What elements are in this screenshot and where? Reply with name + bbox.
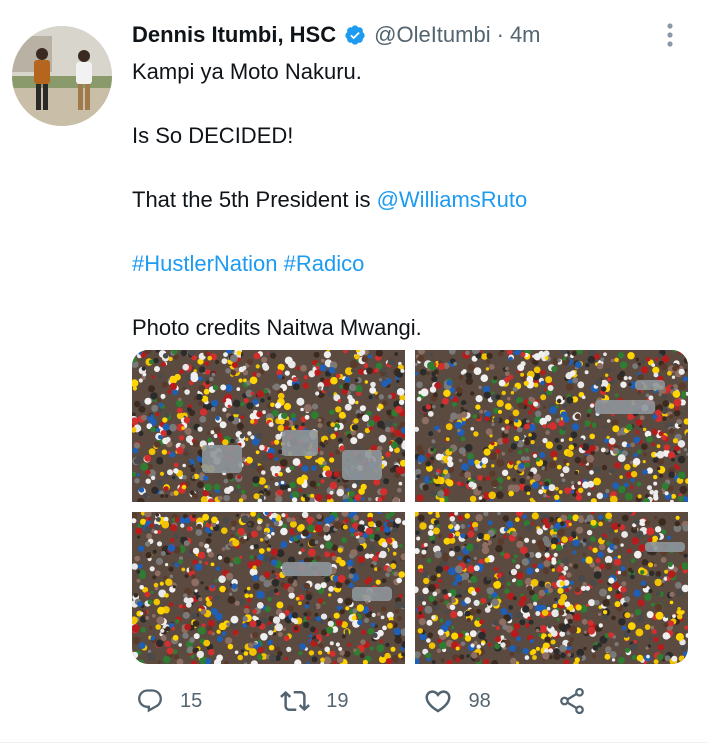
share-button[interactable] — [557, 686, 587, 716]
text-line: Photo credits Naitwa Mwangi. — [132, 315, 422, 340]
more-vertical-icon — [667, 23, 673, 47]
user-handle[interactable]: @OleItumbi — [374, 22, 490, 48]
crowd-photo — [132, 512, 405, 664]
crowd-photo — [415, 350, 688, 502]
mention-link[interactable]: @WilliamsRuto — [377, 187, 528, 212]
tweet-actions: 15 19 98 — [132, 682, 587, 720]
retweet-icon — [280, 690, 311, 712]
hashtags-line: #HustlerNation #Radico — [132, 250, 692, 278]
reply-icon — [138, 689, 162, 713]
avatar[interactable] — [12, 26, 112, 126]
more-options-button[interactable] — [658, 20, 682, 50]
text-fragment: That the 5th President is — [132, 187, 377, 212]
hashtag-link[interactable]: #Radico — [284, 251, 365, 276]
tweet-header: Dennis Itumbi, HSC @OleItumbi · 4m — [132, 18, 541, 52]
tweet-text: Kampi ya Moto Nakuru. Is So DECIDED! Tha… — [132, 58, 692, 342]
verified-badge-icon — [344, 24, 366, 46]
reply-button[interactable]: 15 — [136, 687, 202, 715]
share-icon — [559, 687, 584, 715]
like-button[interactable]: 98 — [423, 686, 491, 716]
display-name[interactable]: Dennis Itumbi, HSC — [132, 22, 336, 48]
retweet-count: 19 — [326, 689, 349, 712]
crowd-photo — [415, 512, 688, 664]
photo-4[interactable] — [415, 512, 688, 664]
photo-2[interactable] — [415, 350, 688, 502]
heart-icon — [424, 690, 451, 713]
text-line: Is So DECIDED! — [132, 123, 294, 148]
tweet[interactable]: Dennis Itumbi, HSC @OleItumbi · 4m Kampi… — [0, 0, 708, 743]
photo-3[interactable] — [132, 512, 405, 664]
avatar-photo — [12, 26, 112, 126]
media-grid — [132, 350, 688, 664]
separator-dot: · — [496, 22, 504, 47]
crowd-photo — [132, 350, 405, 502]
like-count: 98 — [468, 689, 491, 712]
photo-1[interactable] — [132, 350, 405, 502]
hashtag-link[interactable]: #HustlerNation — [132, 251, 278, 276]
text-line: That the 5th President is @WilliamsRuto — [132, 186, 692, 214]
reply-count: 15 — [180, 689, 203, 712]
text-line: Kampi ya Moto Nakuru. — [132, 59, 362, 84]
timestamp[interactable]: 4m — [510, 22, 541, 48]
retweet-button[interactable]: 19 — [280, 686, 349, 716]
